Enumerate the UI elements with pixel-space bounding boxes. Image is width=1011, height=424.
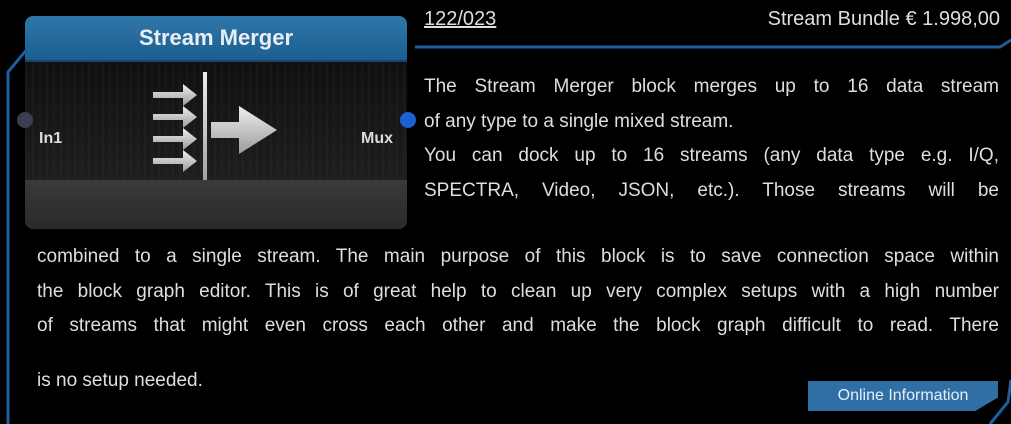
description-line: of streams that might even cross each ot… <box>37 315 999 337</box>
item-number-link[interactable]: 122/023 <box>424 8 496 31</box>
description-line: the block graph editor. This is of great… <box>37 280 999 302</box>
bundle-price: Stream Bundle € 1.998,00 <box>767 8 1000 30</box>
output-port-label: Mux <box>361 130 393 147</box>
description-right: The Stream Merger block merges up to 16 … <box>424 70 999 208</box>
stream-merger-block[interactable]: Stream Merger In1 Mux <box>25 16 407 229</box>
output-port-dot[interactable] <box>400 112 416 128</box>
description-line: SPECTRA, Video, JSON, etc.). Those strea… <box>424 179 999 201</box>
block-body <box>25 62 407 180</box>
description-line: of any type to a single mixed stream. <box>424 110 734 132</box>
description-line: You can dock up to 16 streams (any data … <box>424 145 999 167</box>
stream-merger-icon <box>153 72 277 180</box>
description-line: combined to a single stream. The main pu… <box>37 246 999 267</box>
description-line: The Stream Merger block merges up to 16 … <box>424 76 999 97</box>
block-title: Stream Merger <box>25 16 407 62</box>
block-footer <box>25 180 407 229</box>
input-port-dot[interactable] <box>17 112 33 128</box>
description-last-line: is no setup needed. <box>37 370 203 391</box>
online-information-button[interactable]: Online Information <box>808 381 998 411</box>
input-port-label: In1 <box>39 130 63 147</box>
description-full: combined to a single stream. The main pu… <box>37 240 999 344</box>
